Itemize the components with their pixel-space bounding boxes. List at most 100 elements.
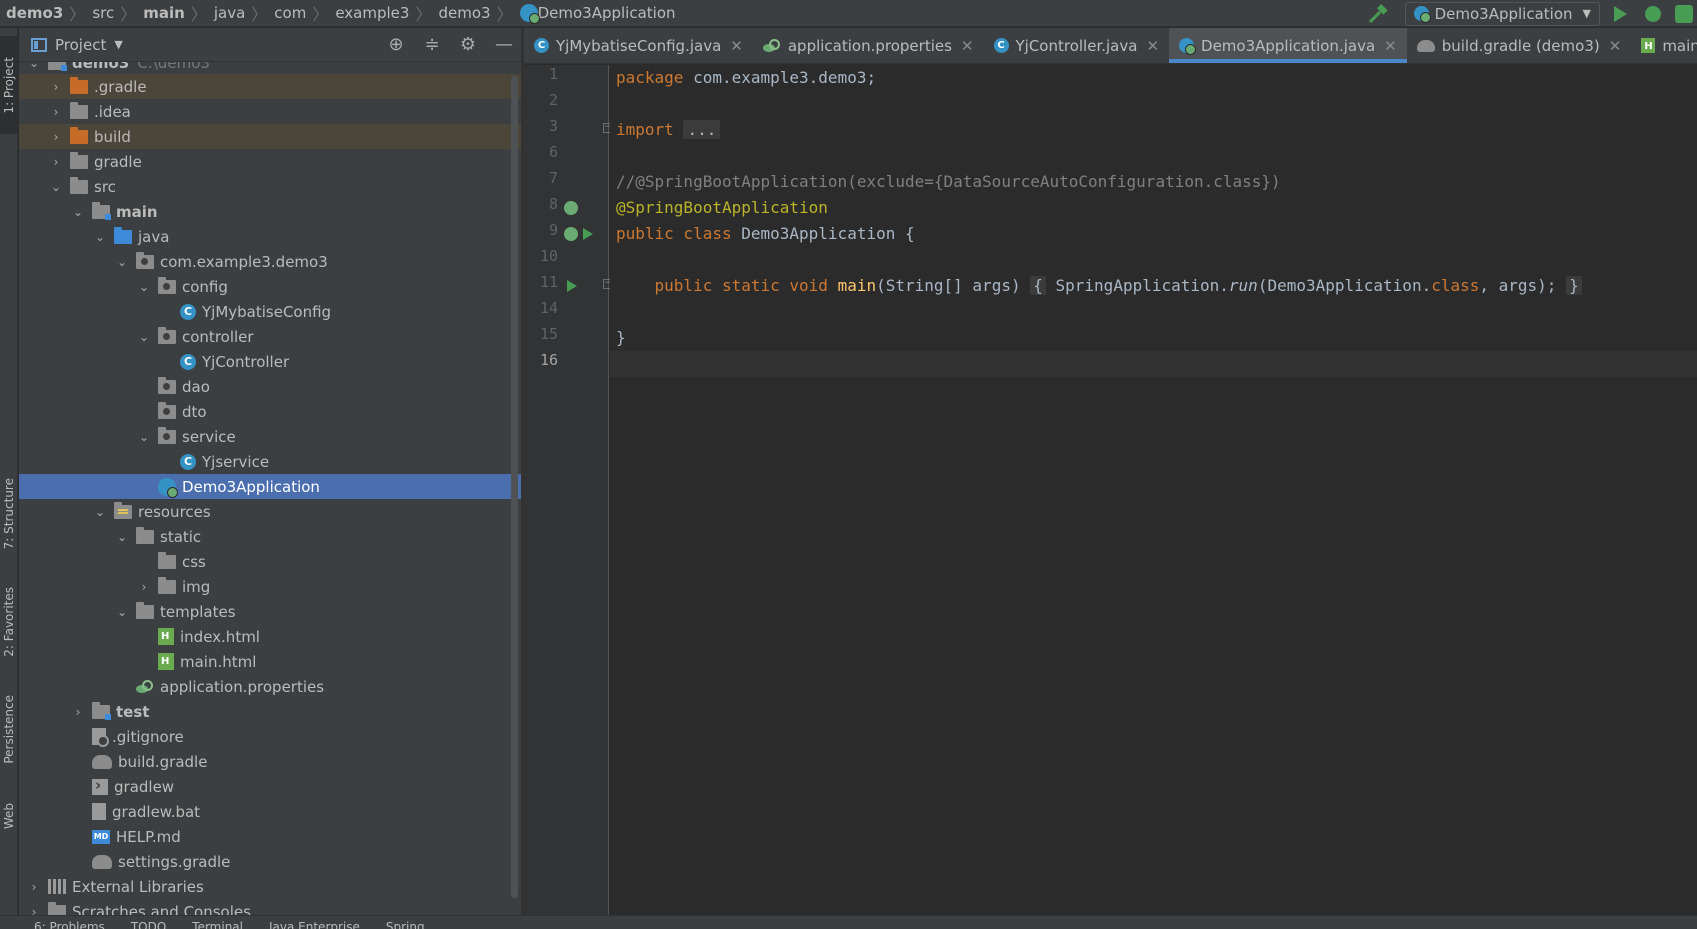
close-icon[interactable]: ✕ (1384, 37, 1397, 55)
tree-item-external-libraries[interactable]: › External Libraries (19, 874, 521, 899)
chevron-down-icon[interactable]: ⌄ (137, 280, 151, 294)
chevron-down-icon[interactable]: ⌄ (115, 605, 129, 619)
chevron-right-icon[interactable]: › (71, 705, 85, 719)
breadcrumb-demo3-package[interactable]: demo3 (438, 0, 490, 27)
tool-tab-todo[interactable]: TODO (131, 916, 166, 929)
breadcrumb-example3[interactable]: example3 (335, 0, 409, 27)
breadcrumb-com[interactable]: com (274, 0, 306, 27)
tree-item-application-properties[interactable]: application.properties (19, 674, 521, 699)
tree-item-static[interactable]: ⌄ static (19, 524, 521, 549)
breadcrumb-main[interactable]: main (143, 0, 185, 27)
spring-bean-icon[interactable] (564, 227, 578, 241)
chevron-right-icon[interactable]: › (27, 880, 41, 894)
breadcrumb-java[interactable]: java (214, 0, 245, 27)
chevron-right-icon[interactable]: › (49, 130, 63, 144)
chevron-right-icon[interactable]: › (49, 80, 63, 94)
tree-item-test[interactable]: › test (19, 699, 521, 724)
tab-yjmybatiseconfig[interactable]: C YjMybatiseConfig.java ✕ (524, 28, 753, 63)
close-icon[interactable]: ✕ (961, 37, 974, 55)
chevron-down-icon[interactable]: ⌄ (27, 62, 41, 70)
tree-item-gradlew-bat[interactable]: gradlew.bat (19, 799, 521, 824)
tool-tab-persistence[interactable]: Persistence (0, 684, 18, 774)
chevron-down-icon[interactable]: ⌄ (137, 330, 151, 344)
tree-item-dao[interactable]: dao (19, 374, 521, 399)
chevron-down-icon[interactable]: ⌄ (93, 230, 107, 244)
chevron-down-icon[interactable]: ⌄ (137, 430, 151, 444)
tree-item-main[interactable]: ⌄ main (19, 199, 521, 224)
tree-item-help-md[interactable]: MD HELP.md (19, 824, 521, 849)
breadcrumb-demo3application[interactable]: Demo3Application (519, 0, 676, 27)
tool-tab-java-enterprise[interactable]: Java Enterprise (269, 916, 360, 929)
tree-item-src[interactable]: ⌄ src (19, 174, 521, 199)
chevron-right-icon[interactable]: › (49, 155, 63, 169)
close-icon[interactable]: ✕ (730, 37, 743, 55)
folded-imports[interactable]: ... (683, 120, 721, 139)
chevron-down-icon[interactable]: ⌄ (49, 180, 63, 194)
tree-item-yjservice[interactable]: C Yjservice (19, 449, 521, 474)
tab-main-html[interactable]: main.html ✕ (1631, 28, 1697, 63)
tree-item-config[interactable]: ⌄ config (19, 274, 521, 299)
tree-item-yjmybatiseconfig[interactable]: C YjMybatiseConfig (19, 299, 521, 324)
spring-bean-icon[interactable] (564, 201, 578, 215)
tree-item-index-html[interactable]: index.html (19, 624, 521, 649)
tree-item-main-html[interactable]: main.html (19, 649, 521, 674)
tool-tab-problems[interactable]: 6: Problems (34, 916, 105, 929)
gear-icon[interactable]: ⚙ (459, 36, 477, 54)
chevron-down-icon[interactable]: ⌄ (115, 255, 129, 269)
tool-tab-favorites[interactable]: 2: Favorites (0, 576, 18, 668)
run-icon[interactable] (1614, 5, 1627, 22)
tree-item-scratches[interactable]: › Scratches and Consoles (19, 899, 521, 915)
collapse-all-icon[interactable]: ≑ (423, 36, 441, 54)
tool-tab-web[interactable]: Web (0, 790, 18, 842)
run-gutter-icon[interactable] (583, 228, 593, 240)
tool-tab-project[interactable]: 1: Project (0, 36, 18, 134)
tree-item-yjcontroller[interactable]: C YjController (19, 349, 521, 374)
tree-item-package[interactable]: ⌄ com.example3.demo3 (19, 249, 521, 274)
tree-item-controller[interactable]: ⌄ controller (19, 324, 521, 349)
breadcrumb-src[interactable]: src (92, 0, 114, 27)
tree-item-java[interactable]: ⌄ java (19, 224, 521, 249)
close-icon[interactable]: ✕ (1609, 37, 1622, 55)
tab-application-properties[interactable]: application.properties ✕ (753, 28, 984, 63)
run-gutter-icon[interactable] (567, 280, 577, 292)
close-icon[interactable]: ✕ (1146, 37, 1159, 55)
tree-item-build-gradle[interactable]: build.gradle (19, 749, 521, 774)
chevron-down-icon[interactable]: ▼ (114, 38, 122, 51)
tool-tab-terminal[interactable]: Terminal (192, 916, 243, 929)
chevron-down-icon[interactable]: ⌄ (115, 530, 129, 544)
tree-item-settings-gradle[interactable]: settings.gradle (19, 849, 521, 874)
tree-item-service[interactable]: ⌄ service (19, 424, 521, 449)
chevron-right-icon[interactable]: › (49, 105, 63, 119)
code-editor[interactable]: package com.example3.demo3; import ... /… (610, 65, 1697, 915)
build-hammer-icon[interactable] (1367, 3, 1391, 25)
chevron-right-icon[interactable]: › (137, 580, 151, 594)
tab-yjcontroller[interactable]: C YjController.java ✕ (984, 28, 1170, 63)
tree-item-gradle-dir[interactable]: › .gradle (19, 74, 521, 99)
chevron-down-icon[interactable]: ⌄ (93, 505, 107, 519)
hide-panel-icon[interactable]: — (495, 36, 513, 54)
project-view-select[interactable]: Project (55, 36, 106, 54)
tab-demo3application[interactable]: Demo3Application.java ✕ (1169, 28, 1407, 63)
tree-item-idea[interactable]: › .idea (19, 99, 521, 124)
tree-item-img[interactable]: › img (19, 574, 521, 599)
tree-item-demo3application[interactable]: Demo3Application (19, 474, 521, 499)
tool-tab-spring[interactable]: Spring (386, 916, 425, 929)
locate-file-icon[interactable]: ⊕ (387, 36, 405, 54)
tree-scrollbar[interactable] (511, 76, 518, 898)
debug-bug-icon[interactable] (1645, 5, 1661, 22)
tree-item-dto[interactable]: dto (19, 399, 521, 424)
tree-item-gradlew[interactable]: gradlew (19, 774, 521, 799)
tree-item-gradle[interactable]: › gradle (19, 149, 521, 174)
chevron-right-icon[interactable]: › (27, 905, 41, 916)
tree-item-build[interactable]: › build (19, 124, 521, 149)
run-with-coverage-icon[interactable] (1675, 4, 1693, 23)
tree-item-css[interactable]: css (19, 549, 521, 574)
tree-item-gitignore[interactable]: .gitignore (19, 724, 521, 749)
breadcrumb-demo3[interactable]: demo3 (6, 0, 63, 27)
tree-item-templates[interactable]: ⌄ templates (19, 599, 521, 624)
tree-item-resources[interactable]: ⌄ resources (19, 499, 521, 524)
chevron-down-icon[interactable]: ⌄ (71, 205, 85, 219)
tool-tab-structure[interactable]: 7: Structure (0, 468, 18, 560)
tab-build-gradle[interactable]: build.gradle (demo3) ✕ (1407, 28, 1632, 63)
run-configuration-select[interactable]: Demo3Application ▼ (1404, 1, 1600, 26)
